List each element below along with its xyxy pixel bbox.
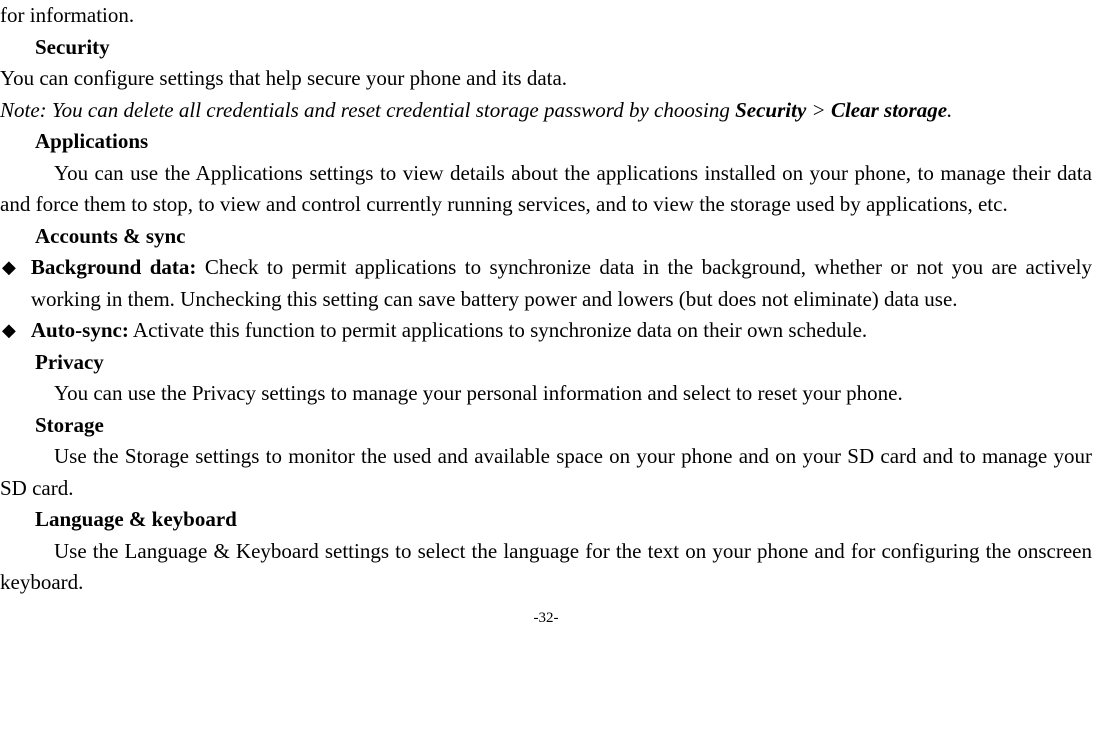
note-text: > xyxy=(806,98,831,122)
heading-accounts-sync: Accounts & sync xyxy=(35,221,1092,253)
heading-text: Applications xyxy=(35,129,148,153)
heading-text: Security xyxy=(35,35,110,59)
text-line: for information. xyxy=(0,0,1092,32)
bullet-text: Auto-sync: Activate this function to per… xyxy=(31,315,1092,347)
page-number: -32- xyxy=(0,607,1092,630)
heading-text: Language & keyboard xyxy=(35,507,237,531)
note-security-label: Security xyxy=(735,98,806,122)
note-text: . xyxy=(947,98,952,122)
paragraph-storage: Use the Storage settings to monitor the … xyxy=(0,441,1092,504)
document-page: for information. Security You can config… xyxy=(0,0,1100,629)
heading-text: Privacy xyxy=(35,350,104,374)
heading-text: Accounts & sync xyxy=(35,224,186,248)
heading-privacy: Privacy xyxy=(35,347,1092,379)
bullet-label: Background data: xyxy=(31,255,197,279)
diamond-bullet-icon: ◆ xyxy=(2,252,16,283)
note-clear-storage-label: Clear storage xyxy=(831,98,947,122)
paragraph-language: Use the Language & Keyboard settings to … xyxy=(0,536,1092,599)
note-security: Note: You can delete all credentials and… xyxy=(0,95,1092,127)
bullet-item: ◆ Auto-sync: Activate this function to p… xyxy=(0,315,1092,347)
bullet-text: Background data: Check to permit applica… xyxy=(31,252,1092,315)
paragraph-security: You can configure settings that help sec… xyxy=(0,63,1092,95)
bullet-body: Activate this function to permit applica… xyxy=(129,318,867,342)
heading-storage: Storage xyxy=(35,410,1092,442)
bullet-item: ◆ Background data: Check to permit appli… xyxy=(0,252,1092,315)
heading-text: Storage xyxy=(35,413,104,437)
diamond-bullet-icon: ◆ xyxy=(2,315,16,346)
paragraph-applications: You can use the Applications settings to… xyxy=(0,158,1092,221)
paragraph-privacy: You can use the Privacy settings to mana… xyxy=(54,378,1092,410)
heading-language-keyboard: Language & keyboard xyxy=(35,504,1092,536)
note-text: Note: You can delete all credentials and… xyxy=(0,98,735,122)
heading-security: Security xyxy=(35,32,1092,64)
bullet-label: Auto-sync: xyxy=(31,318,129,342)
heading-applications: Applications xyxy=(35,126,1092,158)
